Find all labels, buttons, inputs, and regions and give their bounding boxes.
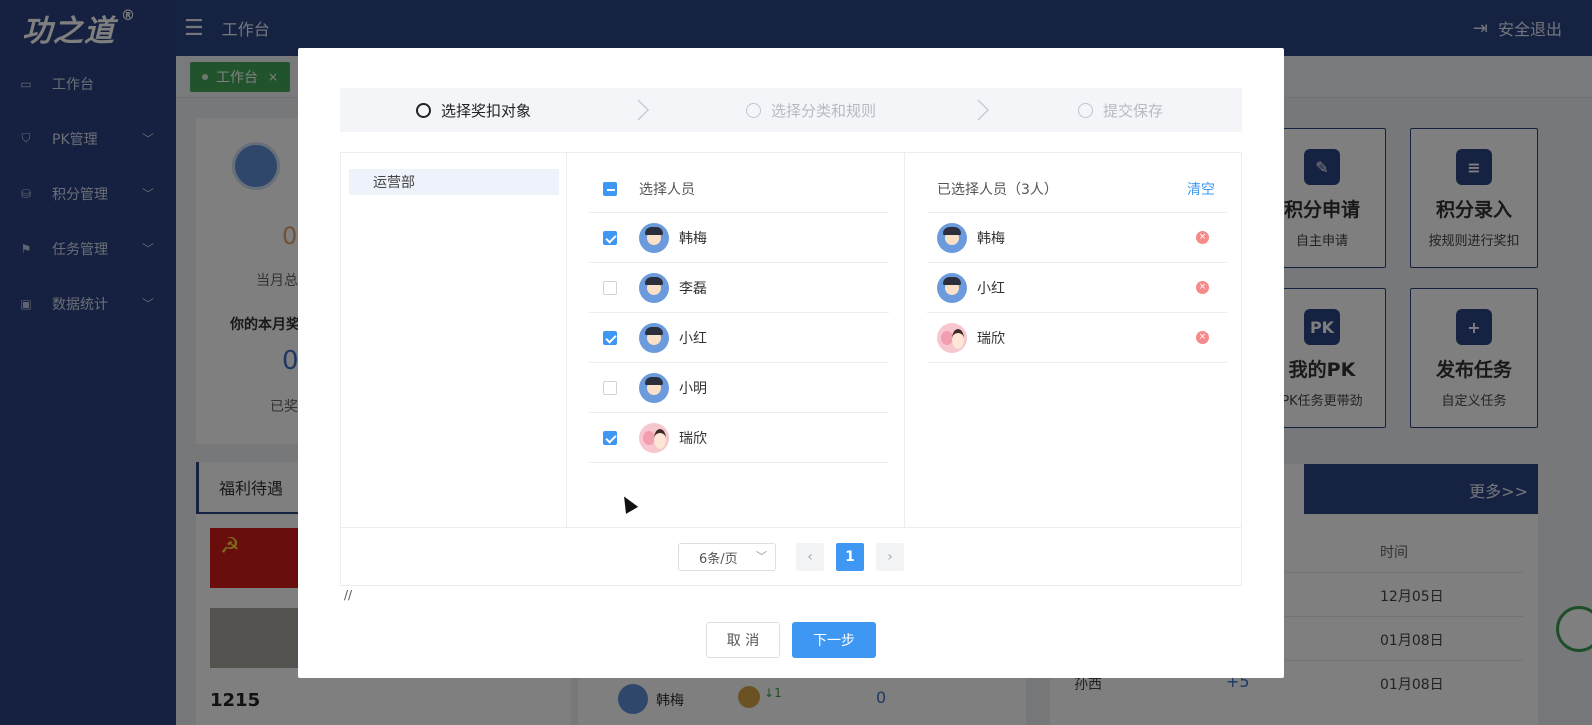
selected-user-name: 小红 xyxy=(977,280,1005,297)
selected-user-name: 韩梅 xyxy=(977,230,1005,247)
chevron-down-icon: ﹀ xyxy=(756,550,767,563)
remove-icon[interactable]: × xyxy=(1196,281,1209,294)
step-label: 提交保存 xyxy=(1103,101,1164,120)
user-name: 小红 xyxy=(679,330,707,347)
selected-user-row: 小红 × xyxy=(927,263,1227,313)
reward-deduct-dialog: 选择奖扣对象 选择分类和规则 提交保存 运营部 选择人员 韩梅 李磊 小红 小明… xyxy=(298,48,1284,678)
selected-count-label: 已选择人员（3人） xyxy=(937,181,1058,198)
selected-user-row: 瑞欣 × xyxy=(927,313,1227,363)
prev-page-button[interactable]: ‹ xyxy=(796,543,824,571)
step-indicator: 选择奖扣对象 选择分类和规则 提交保存 xyxy=(340,88,1242,132)
step-select-category: 选择分类和规则 xyxy=(746,88,876,132)
user-list-header: 选择人员 xyxy=(589,165,889,213)
step-label: 选择奖扣对象 xyxy=(441,101,532,120)
selection-panel: 运营部 选择人员 韩梅 李磊 小红 小明 瑞欣 已选择人员（3人） 清空 韩梅 … xyxy=(340,152,1242,586)
user-row[interactable]: 小明 xyxy=(589,363,889,413)
user-checkbox[interactable] xyxy=(603,380,617,395)
user-name: 小明 xyxy=(679,380,707,397)
user-checkbox[interactable] xyxy=(603,430,617,445)
avatar xyxy=(639,222,669,253)
avatar xyxy=(937,322,967,353)
page-number-button[interactable]: 1 xyxy=(836,543,864,571)
step-arrow-icon xyxy=(637,99,650,121)
page-size-select[interactable]: 6条/页 ﹀ xyxy=(678,543,776,571)
avatar xyxy=(937,272,967,303)
user-name: 瑞欣 xyxy=(679,430,707,447)
remove-icon[interactable]: × xyxy=(1196,231,1209,244)
department-column: 运营部 xyxy=(341,153,567,527)
user-row[interactable]: 李磊 xyxy=(589,263,889,313)
avatar xyxy=(639,422,669,453)
user-checkbox[interactable] xyxy=(603,330,617,345)
slash-text: // xyxy=(344,588,353,602)
cancel-button[interactable]: 取 消 xyxy=(706,622,780,658)
avatar xyxy=(639,372,669,403)
pagination-bar: 6条/页 ﹀ ‹ 1 › xyxy=(341,527,1241,585)
selected-column: 已选择人员（3人） 清空 韩梅 × 小红 × 瑞欣 × xyxy=(905,153,1241,527)
avatar xyxy=(639,272,669,303)
department-item[interactable]: 运营部 xyxy=(349,169,559,195)
user-name: 韩梅 xyxy=(679,230,707,247)
step-submit: 提交保存 xyxy=(1078,88,1163,132)
user-row[interactable]: 小红 xyxy=(589,313,889,363)
step-label: 选择分类和规则 xyxy=(771,101,877,120)
next-step-button[interactable]: 下一步 xyxy=(792,622,876,658)
clear-selection-link[interactable]: 清空 xyxy=(1187,179,1215,199)
avatar xyxy=(639,322,669,353)
remove-icon[interactable]: × xyxy=(1196,331,1209,344)
select-all-checkbox[interactable] xyxy=(603,181,617,196)
user-checkbox[interactable] xyxy=(603,280,617,295)
user-row[interactable]: 韩梅 xyxy=(589,213,889,263)
step-arrow-icon xyxy=(977,99,990,121)
page-size-value: 6条/页 xyxy=(699,551,738,567)
step-circle-icon xyxy=(746,102,761,118)
user-list-header-label: 选择人员 xyxy=(639,181,695,198)
step-circle-icon xyxy=(416,102,431,118)
avatar xyxy=(937,222,967,253)
user-name: 李磊 xyxy=(679,280,707,297)
selected-user-row: 韩梅 × xyxy=(927,213,1227,263)
step-select-target: 选择奖扣对象 xyxy=(416,88,531,132)
user-checkbox[interactable] xyxy=(603,230,617,245)
step-circle-icon xyxy=(1078,102,1093,118)
next-page-button[interactable]: › xyxy=(876,543,904,571)
selected-user-name: 瑞欣 xyxy=(977,330,1005,347)
user-row[interactable]: 瑞欣 xyxy=(589,413,889,463)
user-column: 选择人员 韩梅 李磊 小红 小明 瑞欣 xyxy=(567,153,905,527)
selected-list-header: 已选择人员（3人） 清空 xyxy=(927,165,1227,213)
